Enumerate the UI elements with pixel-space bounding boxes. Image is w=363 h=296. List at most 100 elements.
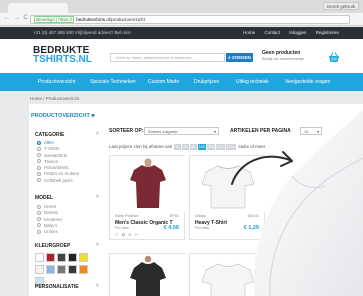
cart-summary[interactable]: Geen producten Bekijk uw winkelmandje <box>262 50 304 62</box>
checkbox-icon[interactable] <box>37 210 41 215</box>
color-swatch[interactable] <box>57 253 66 262</box>
radio-icon[interactable] <box>37 172 41 177</box>
browser-nav-icons[interactable]: ← → C <box>4 15 29 21</box>
price-quantity-row: Laat prijzen zien bij afname van 10 25 50 1… <box>109 144 265 150</box>
checkbox-icon[interactable] <box>37 229 41 234</box>
sort-label: SORTEER OP: <box>109 128 144 134</box>
color-swatch[interactable] <box>35 265 44 274</box>
filter-color-title[interactable]: KLEURGROEP <box>35 243 70 249</box>
color-swatch[interactable] <box>57 265 66 274</box>
product-per-unit: Per stuk <box>195 226 209 230</box>
checkbox-icon[interactable] <box>37 204 41 209</box>
color-swatch[interactable] <box>46 253 55 262</box>
product-per-unit: Per stuk <box>115 226 129 230</box>
site-logo[interactable]: BEDRUKTE TSHIRTS.NL <box>33 46 92 65</box>
top-link-home[interactable]: Home <box>243 30 255 35</box>
product-image-tshirt-white[interactable] <box>190 156 266 212</box>
model-label: Baby's <box>44 222 58 228</box>
model-option[interactable]: Unisex <box>37 229 62 235</box>
product-card[interactable] <box>189 253 266 296</box>
basket-icon[interactable] <box>327 51 341 63</box>
product-image-tshirt-black[interactable] <box>110 254 186 296</box>
color-swatch[interactable] <box>68 265 77 274</box>
page-title: PRODUCTOVERZICHT ■ <box>31 113 95 119</box>
window-user-label[interactable]: Derek gebruik <box>322 2 359 10</box>
checkbox-icon[interactable] <box>37 223 41 228</box>
browser-address-row: ← → C Beveiligd | https://bedrukteshirts… <box>0 13 363 26</box>
color-swatch[interactable] <box>79 253 88 262</box>
site-top-strip: +31 (0) 457 555 500 Vrijblijvend advies?… <box>0 27 363 39</box>
breadcrumb[interactable]: Home / Productoverzicht <box>30 96 79 101</box>
chevron-up-icon[interactable]: ˄ <box>96 131 99 137</box>
chevron-up-icon[interactable]: ˄ <box>96 242 99 248</box>
product-brand: Earth Positive <box>115 214 139 218</box>
chevron-down-icon: ▾ <box>213 129 216 134</box>
filter-personalise-title[interactable]: PERSONALISATIE <box>35 284 79 290</box>
price-step-button[interactable]: 500 <box>216 144 225 150</box>
color-swatch[interactable] <box>68 253 77 262</box>
product-code: EP01 <box>169 214 179 218</box>
category-label: Polos/tshirts <box>44 165 69 171</box>
product-card[interactable] <box>109 253 186 296</box>
menu-item-speciale-technieken[interactable]: Speciale Technieken <box>90 73 136 91</box>
category-label: Petten en mutsen <box>44 171 80 177</box>
color-swatch[interactable] <box>79 265 88 274</box>
site-header: BEDRUKTE TSHIRTS.NL Zoek op naam, artike… <box>0 39 363 73</box>
radio-icon[interactable] <box>37 153 41 158</box>
chevron-up-icon[interactable]: ˄ <box>96 194 99 200</box>
radio-icon[interactable] <box>37 159 41 164</box>
product-image-tshirt-white[interactable] <box>190 254 266 296</box>
sort-select[interactable]: Sorteer volgorde ▾ <box>144 127 219 135</box>
category-option[interactable]: Softshell jacks <box>37 178 79 184</box>
checkbox-icon[interactable] <box>37 217 41 222</box>
product-meta: Gildan 180.01 <box>195 214 259 218</box>
prices-suffix: stuks of meer <box>238 144 266 149</box>
menu-item-custom-made[interactable]: Custom Made <box>148 73 179 91</box>
radio-icon[interactable] <box>37 178 41 183</box>
model-label: Dames <box>44 210 59 216</box>
per-page-select[interactable]: 12 ▾ <box>300 127 322 135</box>
address-bar[interactable]: Beveiligd | https://bedrukteshirts.nl/pr… <box>30 15 350 24</box>
model-label: Kinderen <box>44 216 63 222</box>
price-step-button[interactable]: 10 <box>173 144 181 150</box>
product-card[interactable]: Earth Positive EP01 Men's Classic Organi… <box>109 155 186 240</box>
product-card[interactable]: Gildan 180.01 Heavy T-Shirt Per stuk € 1… <box>189 155 266 240</box>
category-label: Alles <box>44 140 54 145</box>
price-step-button[interactable]: 25 <box>181 144 189 150</box>
cart-summary-sub: Bekijk uw winkelmandje <box>262 56 305 61</box>
top-link-contact[interactable]: Contact <box>264 30 280 35</box>
price-step-button[interactable]: 250 <box>206 144 216 150</box>
browser-tab[interactable] <box>8 3 68 13</box>
chevron-down-icon[interactable]: ˅ <box>96 283 99 289</box>
radio-icon[interactable] <box>37 165 41 170</box>
category-label: T-Shirts <box>44 146 60 152</box>
filter-category-title[interactable]: CATEGORIE <box>35 132 64 138</box>
menu-item-veelgestelde-vragen[interactable]: Veelgestelde vragen <box>285 73 330 91</box>
menu-item-drukprijzen[interactable]: Drukprijzen <box>194 73 219 91</box>
menu-item-uitleg-techniek[interactable]: Uitleg techniek <box>236 73 269 91</box>
page-title-text: PRODUCTOVERZICHT <box>31 113 90 119</box>
product-price: € 4,56 <box>163 225 179 231</box>
model-list: Heren Dames Kinderen Baby's Unisex <box>37 204 62 235</box>
url-host: bedrukteshirts.nl <box>76 17 110 22</box>
top-link-register[interactable]: Registreren <box>316 30 339 35</box>
color-swatch[interactable] <box>35 253 44 262</box>
category-label: Sweatshirts <box>44 152 68 158</box>
color-swatch[interactable] <box>46 265 55 274</box>
menu-item-productoverzicht[interactable]: Productoverzicht <box>38 73 75 91</box>
search-input[interactable]: Zoek op naam, artikelnummer of trefwoord… <box>110 53 225 62</box>
radio-icon[interactable] <box>37 146 41 151</box>
top-links: Home Contact Inloggen Registreren <box>235 27 339 39</box>
price-step-button[interactable]: 100 <box>197 144 206 150</box>
product-image-tshirt-burgundy[interactable] <box>110 156 186 212</box>
category-list: Alles T-Shirts Sweatshirts Tassen Polos/… <box>37 140 79 184</box>
sort-select-value: Sorteer volgorde <box>148 129 178 134</box>
price-step-button[interactable]: 1000 <box>225 144 237 150</box>
top-link-login[interactable]: Inloggen <box>289 30 306 35</box>
filter-model-title[interactable]: MODEL <box>35 195 53 201</box>
radio-selected-icon[interactable] <box>37 140 41 145</box>
model-label: Heren <box>44 204 57 209</box>
search-button[interactable]: ⌕ ZOEKEN <box>226 53 253 62</box>
price-step-button[interactable]: 50 <box>189 144 197 150</box>
product-feature-icons: ♲ ✿ ⊕ ✂ <box>115 232 139 237</box>
